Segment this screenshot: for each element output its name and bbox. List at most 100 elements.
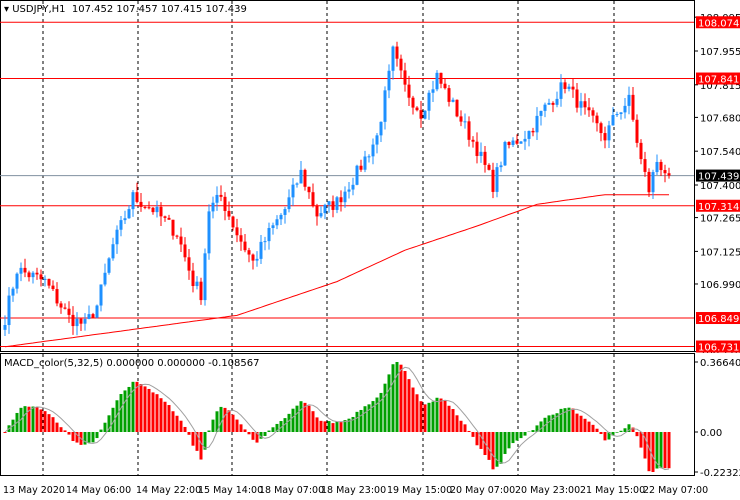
macd-bar — [35, 407, 39, 432]
macd-bar — [223, 407, 227, 432]
macd-frame — [0, 353, 695, 476]
macd-bar — [183, 426, 187, 432]
macd-bar — [135, 381, 139, 432]
candle-body — [19, 267, 23, 274]
candle-body — [375, 135, 379, 145]
candle-body — [171, 219, 175, 236]
candle-body — [135, 192, 139, 202]
macd-bar — [291, 408, 295, 432]
macd-bar — [287, 413, 291, 432]
macd-bar — [187, 432, 191, 435]
macd-bar — [559, 408, 563, 432]
candle-body — [419, 110, 423, 119]
price-chart[interactable]: 108.095107.955107.815107.680107.540107.4… — [0, 0, 740, 353]
candle-body — [199, 281, 203, 301]
macd-bar — [499, 432, 503, 464]
candle-body — [543, 104, 547, 111]
candle-body — [619, 112, 623, 115]
candle-body — [71, 314, 75, 327]
candle-body — [127, 209, 131, 219]
macd-bar — [395, 362, 399, 432]
macd-bar — [211, 419, 215, 432]
candle-body — [219, 194, 223, 197]
candle-body — [295, 183, 299, 185]
price-tick-label: 107.125 — [700, 247, 740, 258]
macd-bar — [579, 415, 583, 432]
time-label: 19 May 15:00 — [387, 485, 453, 496]
candle-body — [579, 101, 583, 108]
candle-body — [431, 89, 435, 93]
candle-body — [55, 289, 59, 304]
candle-body — [427, 92, 431, 111]
candle-body — [279, 214, 283, 220]
candle-body — [651, 172, 655, 193]
macd-bar — [235, 419, 239, 432]
candle-body — [439, 72, 443, 84]
candle-body — [555, 98, 559, 105]
candle-body — [487, 164, 491, 170]
candle-body — [519, 141, 523, 144]
macd-bar — [615, 432, 619, 433]
macd-bar — [159, 398, 163, 432]
candle-body — [523, 138, 527, 142]
macd-bar — [335, 421, 339, 432]
macd-bar — [511, 432, 515, 444]
candle-body — [11, 288, 15, 296]
time-label: 14 May 06:00 — [66, 485, 132, 496]
macd-panel[interactable]: 0.366406 0.00 -0.22322 — [0, 353, 740, 478]
candle-body — [395, 46, 399, 59]
macd-bar — [471, 432, 475, 437]
candle-body — [87, 314, 91, 319]
candle-body — [287, 197, 291, 210]
time-label: 18 May 23:00 — [321, 485, 387, 496]
macd-bar — [163, 401, 167, 432]
candle-body — [611, 115, 615, 126]
macd-bar — [55, 422, 59, 432]
macd-bar — [271, 427, 275, 432]
candle-body — [63, 307, 67, 309]
candle-body — [643, 159, 647, 172]
level-label: 106.731 — [698, 343, 739, 353]
candle-body — [59, 303, 63, 308]
candle-body — [447, 88, 451, 102]
candle-body — [107, 258, 111, 273]
candle-body — [471, 139, 475, 142]
candle-body — [591, 110, 595, 116]
candle-body — [363, 156, 367, 170]
macd-bar — [323, 421, 327, 432]
candle-body — [571, 86, 575, 90]
candle-body — [587, 107, 591, 111]
candle-body — [551, 102, 555, 105]
candle-body — [647, 171, 651, 193]
macd-axis-label: 0.366406 — [700, 358, 740, 369]
current-price-label: 107.439 — [698, 172, 739, 183]
macd-bar — [435, 397, 439, 432]
candle-body — [455, 99, 459, 117]
macd-bar — [455, 415, 459, 432]
macd-bar — [659, 432, 663, 469]
candle-body — [603, 133, 607, 141]
macd-bar — [295, 405, 299, 432]
candle-body — [283, 209, 287, 215]
candle-body — [275, 219, 279, 226]
candle-body — [67, 308, 71, 315]
candle-body — [351, 184, 355, 190]
macd-bar — [119, 394, 123, 432]
macd-bar — [99, 429, 103, 432]
macd-bar — [651, 432, 655, 472]
candle-body — [451, 99, 455, 102]
candle-body — [435, 72, 439, 90]
candle-body — [43, 278, 47, 280]
macd-bar — [583, 418, 587, 432]
candle-body — [27, 272, 31, 278]
macd-bar — [411, 387, 415, 432]
candle-body — [403, 70, 407, 85]
macd-bar — [399, 364, 403, 432]
candle-body — [635, 119, 639, 143]
candle-body — [195, 281, 199, 287]
macd-bar — [647, 432, 651, 472]
macd-bar — [391, 364, 395, 432]
candle-body — [175, 235, 179, 237]
candle-body — [167, 217, 171, 220]
candle-body — [507, 141, 511, 146]
